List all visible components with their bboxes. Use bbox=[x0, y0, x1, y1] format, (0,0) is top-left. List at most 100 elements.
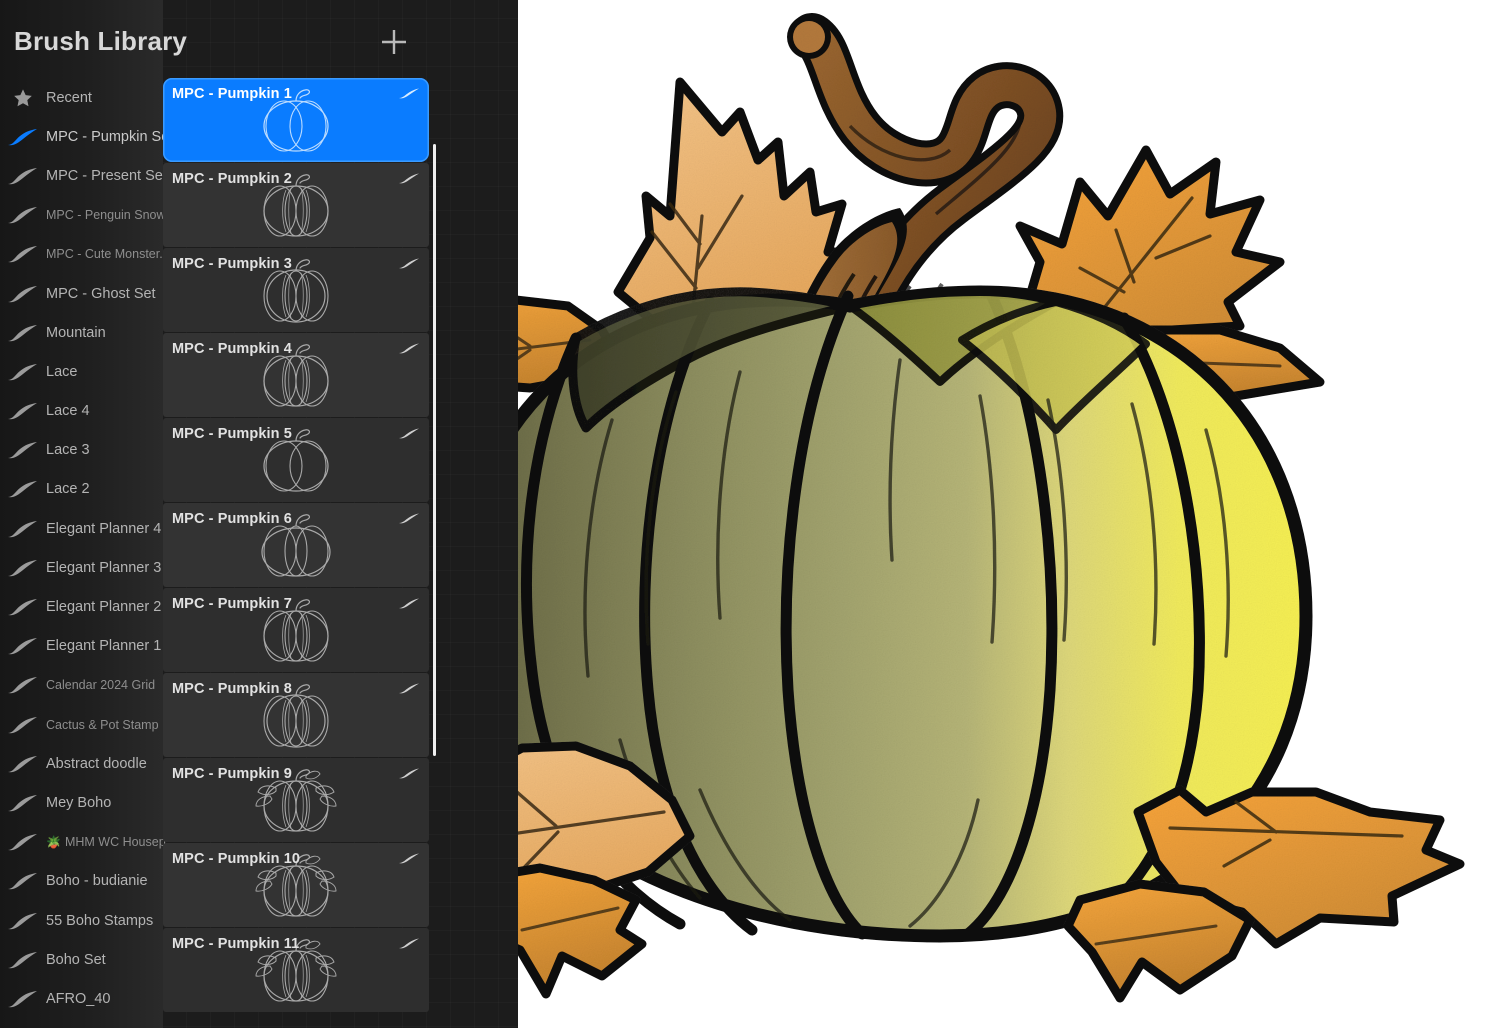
brush-card[interactable]: MPC - Pumpkin 10 bbox=[163, 843, 429, 927]
brush-stroke-icon bbox=[399, 428, 419, 439]
brush-stroke-icon bbox=[398, 682, 420, 700]
sidebar-item-set-11[interactable]: Elegant Planner 4 bbox=[0, 509, 163, 548]
sidebar-item-set-22[interactable]: Boho Set bbox=[0, 940, 163, 979]
brush-stroke-icon bbox=[8, 599, 37, 616]
sidebar-item-label: Elegant Planner 2 bbox=[46, 599, 162, 616]
sidebar-item-set-13[interactable]: Elegant Planner 2 bbox=[0, 587, 163, 626]
brush-library-header: Brush Library bbox=[0, 0, 440, 78]
sidebar-item-set-18[interactable]: Mey Boho bbox=[0, 783, 163, 822]
sidebar-item-set-2[interactable]: MPC - Present Set bbox=[0, 156, 167, 195]
sidebar-item-set-8[interactable]: Lace 4 bbox=[0, 392, 163, 431]
sidebar-item-set-7[interactable]: Lace bbox=[0, 352, 163, 391]
sidebar-item-set-9[interactable]: Lace 3 bbox=[0, 431, 163, 470]
brush-card[interactable]: MPC - Pumpkin 7 bbox=[163, 588, 429, 672]
sidebar-item-label: MPC - Cute Monster... bbox=[46, 247, 170, 262]
sidebar-item-set-4[interactable]: MPC - Cute Monster... bbox=[0, 235, 170, 274]
brush-stroke-icon bbox=[0, 792, 46, 814]
sidebar-item-label: Cactus & Pot Stamp bbox=[46, 717, 159, 732]
sidebar-item-set-23[interactable]: AFRO_40 bbox=[0, 979, 163, 1018]
brush-card[interactable]: MPC - Pumpkin 2 bbox=[163, 163, 429, 247]
brush-stroke-icon bbox=[399, 343, 419, 354]
brush-stroke-icon bbox=[0, 988, 46, 1010]
sidebar-item-set-5[interactable]: MPC - Ghost Set bbox=[0, 274, 163, 313]
sidebar-item-set-17[interactable]: Abstract doodle bbox=[0, 744, 163, 783]
brush-stroke-icon bbox=[399, 683, 419, 694]
sidebar-item-label: MPC - Present Set bbox=[46, 167, 167, 184]
brush-stroke-icon bbox=[398, 172, 420, 190]
star-icon bbox=[0, 87, 46, 109]
brush-cards-scrollbar[interactable] bbox=[433, 144, 436, 756]
brush-stroke-icon bbox=[8, 403, 37, 420]
sidebar-item-label: AFRO_40 bbox=[46, 990, 111, 1007]
sidebar-item-set-20[interactable]: Boho - budianie bbox=[0, 862, 163, 901]
brush-stroke-icon bbox=[0, 478, 46, 500]
sidebar-item-label: MPC - Penguin Snow... bbox=[46, 208, 176, 223]
brush-stroke-icon bbox=[0, 870, 46, 892]
sidebar-item-set-6[interactable]: Mountain bbox=[0, 313, 163, 352]
sidebar-item-set-21[interactable]: 55 Boho Stamps bbox=[0, 901, 163, 940]
brush-card[interactable]: MPC - Pumpkin 4 bbox=[163, 333, 429, 417]
brush-name: MPC - Pumpkin 6 bbox=[172, 511, 292, 527]
add-brush-button[interactable] bbox=[376, 24, 412, 60]
sidebar-item-label: Abstract doodle bbox=[46, 755, 147, 772]
sidebar-item-set-19[interactable]: 🪴 MHM WC Housep... bbox=[0, 823, 176, 862]
brush-stroke-icon bbox=[8, 128, 37, 145]
sidebar-item-set-10[interactable]: Lace 2 bbox=[0, 470, 163, 509]
sidebar-item-label: Elegant Planner 4 bbox=[46, 520, 162, 537]
brush-stroke-icon bbox=[0, 557, 46, 579]
brush-stroke-icon bbox=[399, 768, 419, 779]
brush-card[interactable]: MPC - Pumpkin 8 bbox=[163, 673, 429, 757]
pumpkin-illustration bbox=[383, 13, 1465, 1003]
brush-card[interactable]: MPC - Pumpkin 9 bbox=[163, 758, 429, 842]
brush-stroke-icon bbox=[0, 361, 46, 383]
brush-library-panel: Brush Library Recent MPC - Pumpkin Set MPC… bbox=[0, 0, 518, 1028]
brush-stroke-icon bbox=[0, 204, 46, 226]
brush-sets-list[interactable]: Recent MPC - Pumpkin Set MPC - Present Set… bbox=[0, 78, 176, 1019]
brush-stroke-icon bbox=[0, 596, 46, 618]
sidebar-item-set-14[interactable]: Elegant Planner 1 bbox=[0, 627, 163, 666]
sidebar-item-set-15[interactable]: Calendar 2024 Grid bbox=[0, 666, 163, 705]
brush-stroke-icon bbox=[8, 755, 37, 772]
brush-stroke-icon bbox=[8, 638, 37, 655]
brush-cards-list[interactable]: MPC - Pumpkin 1 MPC - Pumpkin 2 MPC - Pump… bbox=[163, 78, 433, 1028]
brush-stroke-icon bbox=[399, 938, 419, 949]
brush-stroke-icon bbox=[398, 427, 420, 445]
sidebar-item-label: 55 Boho Stamps bbox=[46, 912, 154, 929]
leaf-bottom-right bbox=[1063, 879, 1255, 1003]
brush-stroke-icon bbox=[0, 674, 46, 696]
sidebar-item-label: Lace 4 bbox=[46, 403, 90, 420]
brush-stroke-icon bbox=[8, 912, 37, 929]
sidebar-item-label: Lace bbox=[46, 363, 78, 380]
sidebar-item-set-12[interactable]: Elegant Planner 3 bbox=[0, 548, 163, 587]
brush-card-selected[interactable]: MPC - Pumpkin 1 bbox=[163, 78, 429, 162]
brush-card[interactable]: MPC - Pumpkin 6 bbox=[163, 503, 429, 587]
brush-stroke-icon bbox=[0, 753, 46, 775]
brush-name: MPC - Pumpkin 10 bbox=[172, 851, 301, 867]
brush-name: MPC - Pumpkin 8 bbox=[172, 681, 292, 697]
brush-card[interactable]: MPC - Pumpkin 11 bbox=[163, 928, 429, 1012]
brush-stroke-icon bbox=[399, 853, 419, 864]
sidebar-item-set-16[interactable]: Cactus & Pot Stamp bbox=[0, 705, 163, 744]
sidebar-item-label: Elegant Planner 1 bbox=[46, 638, 162, 655]
sidebar-item-label: MPC - Pumpkin Set bbox=[46, 128, 174, 145]
sidebar-item-label: Elegant Planner 3 bbox=[46, 559, 162, 576]
brush-stroke-icon bbox=[0, 243, 46, 265]
sidebar-item-set-3[interactable]: MPC - Penguin Snow... bbox=[0, 196, 175, 235]
brush-stroke-icon bbox=[0, 165, 46, 187]
brush-name: MPC - Pumpkin 4 bbox=[172, 341, 292, 357]
brush-stroke-icon bbox=[8, 834, 37, 851]
brush-stroke-icon bbox=[8, 794, 37, 812]
brush-stroke-icon bbox=[8, 481, 37, 498]
sidebar-item-label: Boho - budianie bbox=[46, 873, 148, 890]
brush-stroke-icon bbox=[0, 400, 46, 422]
brush-stroke-icon bbox=[0, 439, 46, 461]
brush-stroke-icon bbox=[398, 937, 420, 955]
brush-card[interactable]: MPC - Pumpkin 3 bbox=[163, 248, 429, 332]
brush-stroke-icon bbox=[8, 324, 37, 341]
sidebar-item-label: Calendar 2024 Grid bbox=[46, 678, 156, 693]
sidebar-item-set-1[interactable]: MPC - Pumpkin Set bbox=[0, 117, 173, 156]
sidebar-item-set-0[interactable]: Recent bbox=[0, 78, 163, 117]
brush-card[interactable]: MPC - Pumpkin 5 bbox=[163, 418, 429, 502]
brush-stroke-icon bbox=[0, 126, 46, 148]
brush-stroke-icon bbox=[8, 285, 37, 302]
